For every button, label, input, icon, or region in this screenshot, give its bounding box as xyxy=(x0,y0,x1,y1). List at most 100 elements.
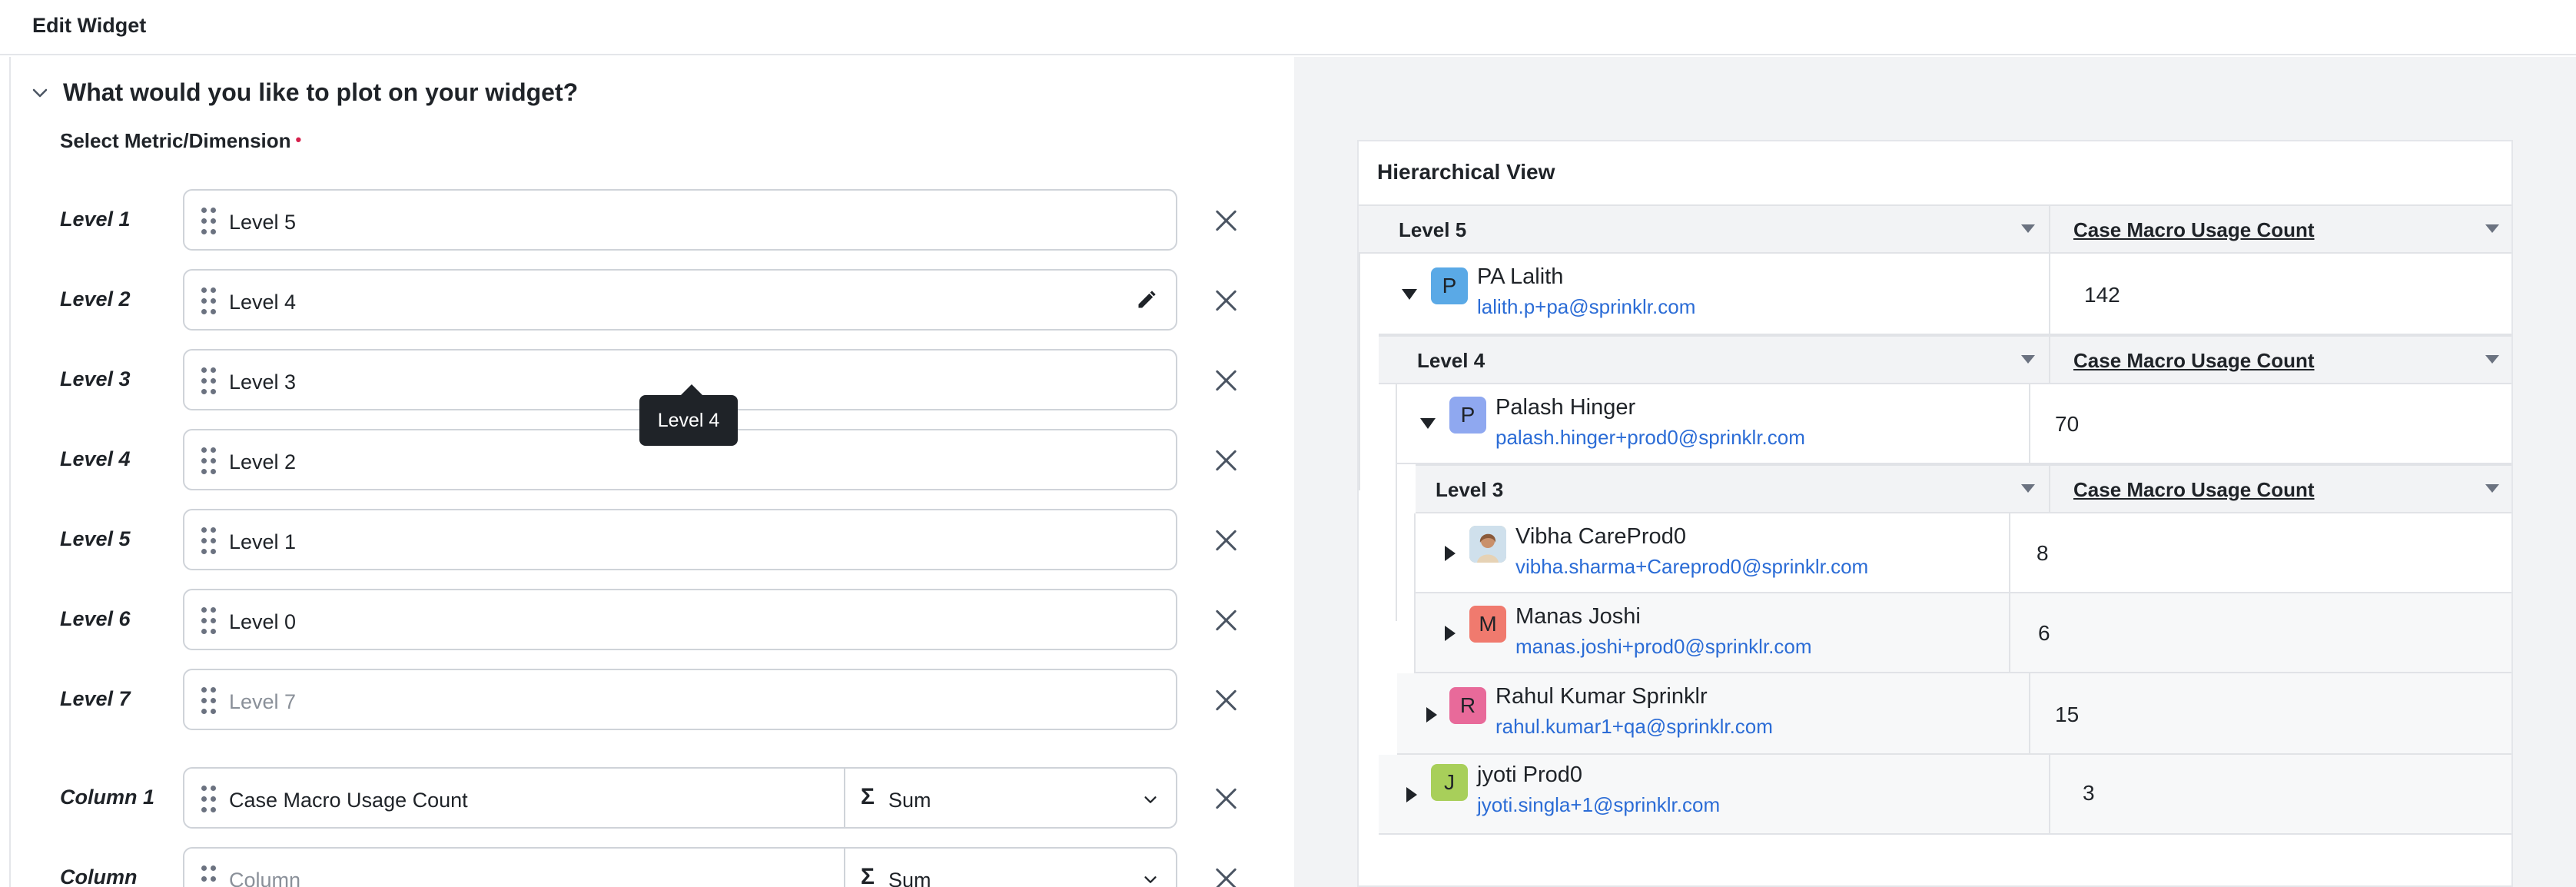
section-header[interactable]: What would you like to plot on your widg… xyxy=(31,78,578,107)
level-field-value: Level 2 xyxy=(229,450,297,473)
remove-level-button[interactable] xyxy=(1214,369,1237,392)
metric-value: 15 xyxy=(2055,703,2080,726)
column-divider xyxy=(2029,673,2030,753)
tree-row[interactable]: P PA Lalith lalith.p+pa@sprinklr.com 142 xyxy=(1379,254,2511,335)
drag-handle-icon[interactable] xyxy=(201,367,218,395)
level-label: Level 2 xyxy=(60,287,131,311)
person-name: PA Lalith xyxy=(1477,264,1564,289)
chevron-down-icon[interactable] xyxy=(31,84,49,102)
caret-down-icon[interactable] xyxy=(2021,355,2035,364)
person-email[interactable]: rahul.kumar1+qa@sprinklr.com xyxy=(1495,715,1773,739)
level-header-row: Level 4 Case Macro Usage Count xyxy=(1379,335,2511,384)
person-name: Manas Joshi xyxy=(1515,604,1641,629)
caret-down-icon[interactable] xyxy=(2485,484,2499,493)
drag-handle-icon[interactable] xyxy=(201,865,218,887)
drag-handle-icon[interactable] xyxy=(201,786,218,813)
column-field-value: Case Macro Usage Count xyxy=(229,789,468,812)
aggregation-select[interactable]: Sum xyxy=(888,869,931,887)
avatar: P xyxy=(1431,267,1468,304)
sigma-icon: Σ xyxy=(861,864,875,887)
level-label: Level 4 xyxy=(60,447,131,470)
widget-config-panel: What would you like to plot on your widg… xyxy=(9,57,1294,887)
caret-down-icon[interactable] xyxy=(2021,484,2035,493)
avatar: J xyxy=(1431,764,1468,801)
level-field[interactable]: Level 5 xyxy=(183,189,1177,251)
person-email[interactable]: manas.joshi+prod0@sprinklr.com xyxy=(1515,635,1812,659)
chevron-down-icon[interactable] xyxy=(1142,872,1159,887)
page-title: Edit Widget xyxy=(32,14,147,37)
tree-row[interactable]: Vibha CareProd0 vibha.sharma+Careprod0@s… xyxy=(1416,513,2511,593)
remove-level-button[interactable] xyxy=(1214,289,1237,312)
tree-row[interactable]: R Rahul Kumar Sprinklr rahul.kumar1+qa@s… xyxy=(1397,673,2511,755)
tree-row[interactable]: J jyoti Prod0 jyoti.singla+1@sprinklr.co… xyxy=(1379,755,2511,835)
caret-right-icon[interactable] xyxy=(1426,707,1437,723)
level-field[interactable]: Level 7 xyxy=(183,669,1177,730)
caret-right-icon[interactable] xyxy=(1445,626,1456,641)
drag-handle-icon[interactable] xyxy=(201,447,218,475)
column-label: Column xyxy=(60,865,138,887)
remove-level-button[interactable] xyxy=(1214,209,1237,232)
caret-right-icon[interactable] xyxy=(1445,546,1456,561)
column-divider xyxy=(2049,466,2050,512)
level-label: Level 6 xyxy=(60,607,131,630)
remove-level-button[interactable] xyxy=(1214,449,1237,472)
remove-column-button[interactable] xyxy=(1214,787,1237,810)
level-field-placeholder: Level 7 xyxy=(229,690,297,713)
avatar: R xyxy=(1449,687,1486,724)
level-field[interactable]: Level 1 xyxy=(183,509,1177,570)
caret-down-icon[interactable] xyxy=(2485,224,2499,233)
person-name: Vibha CareProd0 xyxy=(1515,524,1686,549)
level-field[interactable]: Level 4 xyxy=(183,269,1177,331)
person-name: Rahul Kumar Sprinklr xyxy=(1495,684,1708,709)
drag-handle-icon[interactable] xyxy=(201,287,218,315)
remove-column-button[interactable] xyxy=(1214,867,1237,887)
column-field[interactable]: Column Σ Sum xyxy=(183,847,1177,887)
tree-line xyxy=(1359,254,1360,490)
person-email[interactable]: palash.hinger+prod0@sprinklr.com xyxy=(1495,426,1805,450)
drag-handle-icon[interactable] xyxy=(201,607,218,635)
remove-level-button[interactable] xyxy=(1214,609,1237,632)
level-field-value: Level 0 xyxy=(229,610,297,633)
column-field[interactable]: Case Macro Usage Count Σ Sum xyxy=(183,767,1177,829)
level-label: Level 5 xyxy=(60,527,131,550)
remove-level-button[interactable] xyxy=(1214,529,1237,552)
caret-down-icon[interactable] xyxy=(2485,355,2499,364)
level-header-title: Level 3 xyxy=(1436,478,1504,501)
tree-row[interactable]: P Palash Hinger palash.hinger+prod0@spri… xyxy=(1397,384,2511,464)
column-divider xyxy=(2049,254,2050,334)
person-email[interactable]: jyoti.singla+1@sprinklr.com xyxy=(1477,793,1720,817)
aggregation-select[interactable]: Sum xyxy=(888,789,931,812)
caret-right-icon[interactable] xyxy=(1406,787,1417,802)
chevron-down-icon[interactable] xyxy=(1142,792,1159,809)
level-label: Level 3 xyxy=(60,367,131,390)
metric-value: 142 xyxy=(2084,283,2120,307)
caret-down-icon[interactable] xyxy=(2021,224,2035,233)
person-email[interactable]: vibha.sharma+Careprod0@sprinklr.com xyxy=(1515,555,1868,579)
level-field[interactable]: Level 0 xyxy=(183,589,1177,650)
column-field-placeholder: Column xyxy=(229,869,301,887)
level-field-value: Level 3 xyxy=(229,370,297,394)
metric-value: 70 xyxy=(2055,412,2080,436)
avatar: P xyxy=(1449,397,1486,434)
section-title: What would you like to plot on your widg… xyxy=(63,78,579,106)
remove-level-button[interactable] xyxy=(1214,689,1237,712)
metric-header[interactable]: Case Macro Usage Count xyxy=(2073,218,2315,242)
drag-handle-icon[interactable] xyxy=(201,687,218,715)
caret-down-icon[interactable] xyxy=(1420,418,1436,429)
sigma-icon: Σ xyxy=(861,784,875,809)
pencil-icon[interactable] xyxy=(1136,289,1157,311)
person-name: Palash Hinger xyxy=(1495,395,1636,420)
metric-header[interactable]: Case Macro Usage Count xyxy=(2073,349,2315,373)
column-label: Column 1 xyxy=(60,786,155,809)
tree-row[interactable]: M Manas Joshi manas.joshi+prod0@sprinklr… xyxy=(1416,593,2511,673)
drag-handle-icon[interactable] xyxy=(201,208,218,235)
metric-header[interactable]: Case Macro Usage Count xyxy=(2073,478,2315,502)
person-email[interactable]: lalith.p+pa@sprinklr.com xyxy=(1477,295,1695,319)
drag-handle-icon[interactable] xyxy=(201,527,218,555)
level-header-row: Level 5 Case Macro Usage Count xyxy=(1359,204,2511,254)
column-divider xyxy=(2029,384,2030,463)
metric-value: 8 xyxy=(2037,541,2049,565)
caret-down-icon[interactable] xyxy=(1402,289,1417,300)
required-indicator: • xyxy=(295,130,302,149)
column-divider xyxy=(2049,337,2050,383)
